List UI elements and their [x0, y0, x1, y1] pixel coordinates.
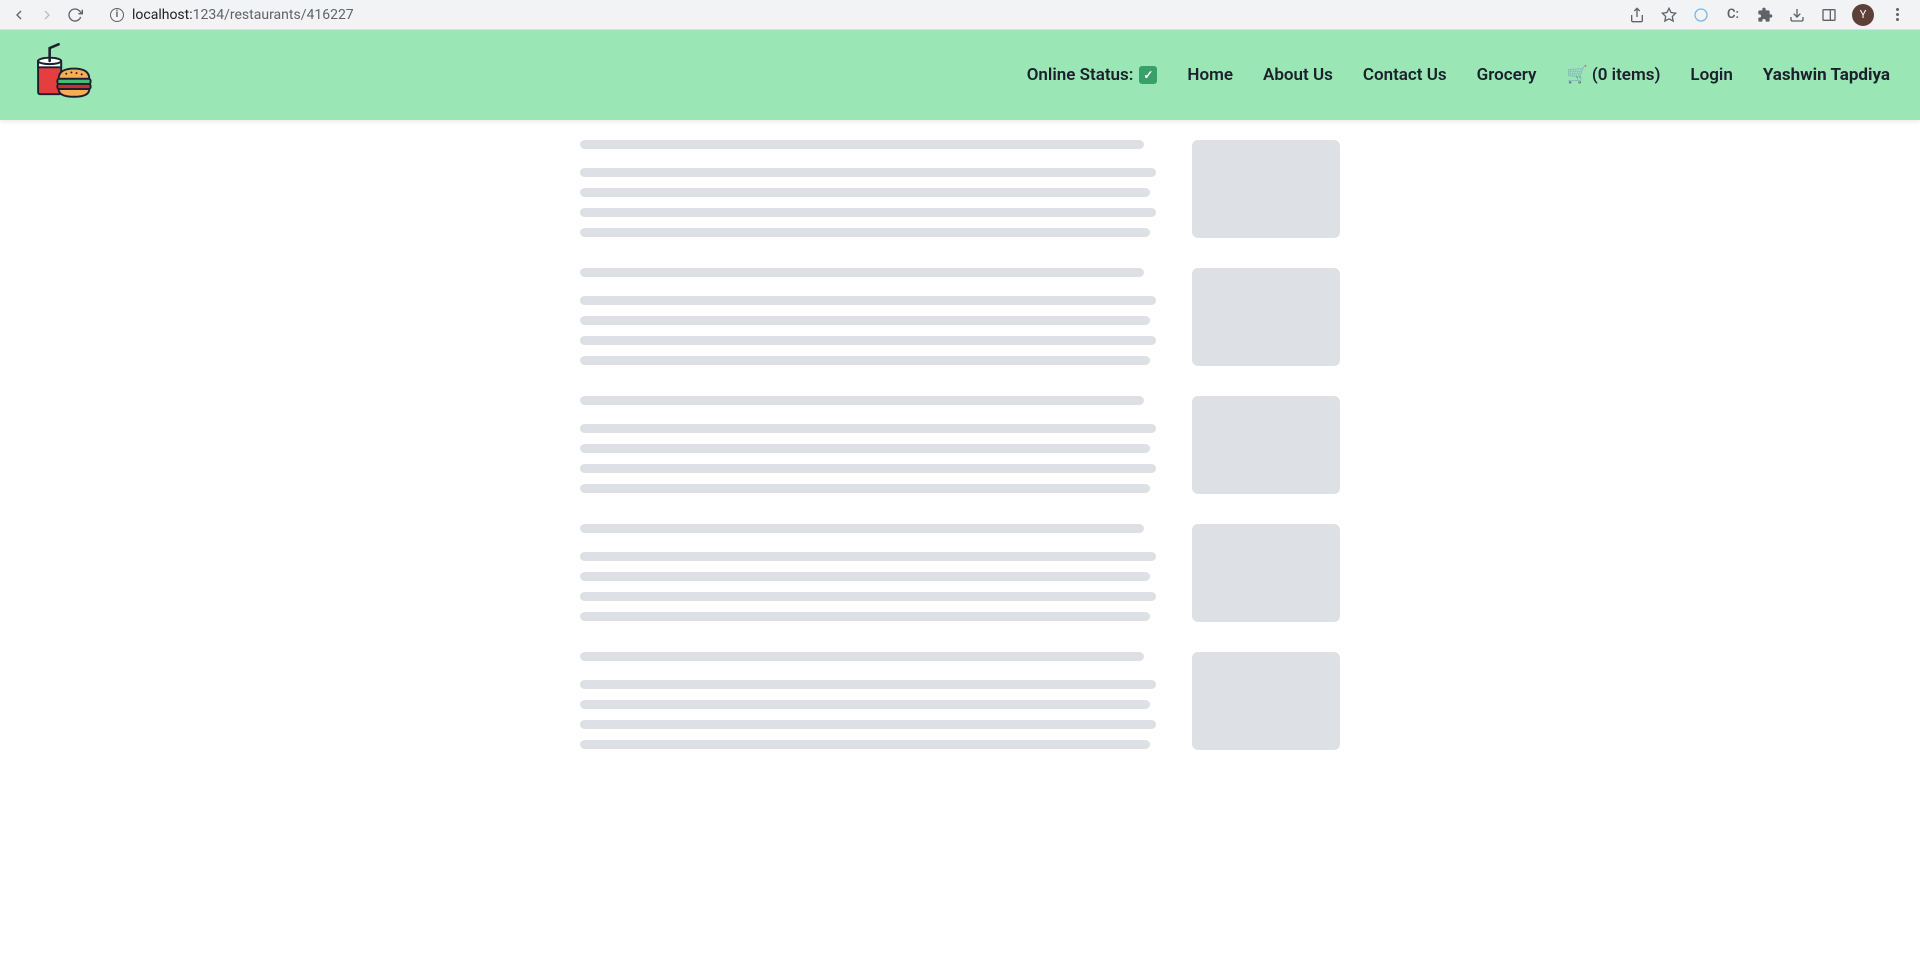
back-button[interactable]: [10, 6, 28, 24]
forward-button[interactable]: [38, 6, 56, 24]
skeleton-line: [580, 140, 1144, 149]
skeleton-line: [580, 464, 1156, 473]
skeleton-image: [1192, 140, 1340, 238]
skeleton-line: [580, 356, 1150, 365]
online-check-icon: ✓: [1139, 66, 1157, 84]
nav-contact[interactable]: Contact Us: [1363, 65, 1447, 85]
nav-about[interactable]: About Us: [1263, 65, 1333, 85]
skeleton-line: [580, 296, 1156, 305]
nav-home[interactable]: Home: [1187, 65, 1233, 85]
skeleton-line: [580, 700, 1150, 709]
skeleton-image: [1192, 268, 1340, 366]
address-bar[interactable]: i localhost:1234/restaurants/416227: [100, 1, 1612, 29]
skeleton-text-block: [580, 524, 1156, 632]
skeleton-line: [580, 228, 1150, 237]
skeleton-line: [580, 208, 1156, 217]
skeleton-text-block: [580, 396, 1156, 504]
skeleton-text-block: [580, 140, 1156, 248]
skeleton-line: [580, 524, 1144, 533]
skeleton-line: [580, 552, 1156, 561]
nav-links: Online Status: ✓ Home About Us Contact U…: [1027, 65, 1890, 85]
skeleton-line: [580, 652, 1144, 661]
online-status-label: Online Status:: [1027, 65, 1134, 85]
online-status: Online Status: ✓: [1027, 65, 1158, 85]
skeleton-line: [580, 680, 1156, 689]
skeleton-text-block: [580, 652, 1156, 760]
nav-login[interactable]: Login: [1690, 65, 1732, 85]
skeleton-line: [580, 268, 1144, 277]
chrome-menu-icon[interactable]: [1888, 6, 1906, 24]
extension-icon-1[interactable]: [1692, 6, 1710, 24]
site-info-icon[interactable]: i: [110, 8, 124, 22]
reload-button[interactable]: [66, 6, 84, 24]
skeleton-line: [580, 612, 1150, 621]
skeleton-content: [560, 140, 1360, 760]
skeleton-image: [1192, 652, 1340, 750]
skeleton-line: [580, 336, 1156, 345]
bookmark-star-icon[interactable]: [1660, 6, 1678, 24]
skeleton-row: [580, 140, 1340, 248]
share-icon[interactable]: [1628, 6, 1646, 24]
skeleton-row: [580, 268, 1340, 376]
chrome-toolbar-right: C: Y: [1628, 4, 1910, 26]
skeleton-image: [1192, 396, 1340, 494]
skeleton-line: [580, 592, 1156, 601]
browser-chrome-bar: i localhost:1234/restaurants/416227 C: Y: [0, 0, 1920, 30]
panel-icon[interactable]: [1820, 6, 1838, 24]
skeleton-line: [580, 396, 1144, 405]
extensions-puzzle-icon[interactable]: [1756, 6, 1774, 24]
skeleton-line: [580, 188, 1150, 197]
nav-cart[interactable]: 🛒 (0 items): [1566, 65, 1660, 85]
skeleton-line: [580, 444, 1150, 453]
skeleton-row: [580, 524, 1340, 632]
profile-avatar[interactable]: Y: [1852, 4, 1874, 26]
url-text: localhost:1234/restaurants/416227: [132, 7, 354, 23]
skeleton-line: [580, 572, 1150, 581]
skeleton-text-block: [580, 268, 1156, 376]
skeleton-line: [580, 316, 1150, 325]
nav-username: Yashwin Tapdiya: [1763, 65, 1890, 85]
skeleton-image: [1192, 524, 1340, 622]
skeleton-row: [580, 652, 1340, 760]
skeleton-line: [580, 720, 1156, 729]
skeleton-line: [580, 740, 1150, 749]
downloads-icon[interactable]: [1788, 6, 1806, 24]
app-header: Online Status: ✓ Home About Us Contact U…: [0, 30, 1920, 120]
nav-grocery[interactable]: Grocery: [1477, 65, 1537, 85]
skeleton-line: [580, 484, 1150, 493]
skeleton-row: [580, 396, 1340, 504]
extension-icon-2[interactable]: C:: [1724, 6, 1742, 24]
app-logo[interactable]: [30, 42, 100, 108]
skeleton-line: [580, 168, 1156, 177]
skeleton-line: [580, 424, 1156, 433]
